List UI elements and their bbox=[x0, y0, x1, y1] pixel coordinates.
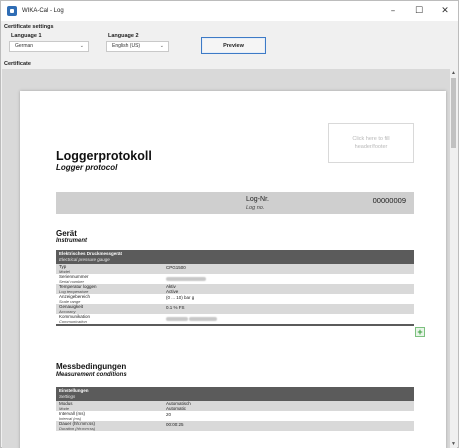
certificate-label: Certificate bbox=[4, 61, 31, 67]
row-value: CPG1500 bbox=[166, 265, 186, 270]
table-row: Typ Model CPG1500 bbox=[56, 264, 414, 274]
language1-select[interactable]: German ⌄ bbox=[9, 41, 89, 52]
scroll-down-icon[interactable]: ▼ bbox=[450, 440, 457, 448]
minimize-button[interactable]: – bbox=[380, 1, 406, 21]
chevron-down-icon: ⌄ bbox=[79, 43, 84, 49]
table-footer bbox=[56, 324, 414, 326]
language1-value: German bbox=[15, 43, 34, 49]
chevron-down-icon: ⌄ bbox=[159, 43, 164, 49]
log-window: WIKA-Cal - Log – ☐ ✕ Certificate setting… bbox=[0, 0, 459, 448]
app-icon bbox=[7, 6, 17, 16]
row-value: 20 bbox=[166, 412, 172, 417]
title-bar: WIKA-Cal - Log – ☐ ✕ bbox=[1, 1, 458, 21]
table-header-en: Settings bbox=[59, 394, 76, 399]
log-number-value: 00000009 bbox=[372, 196, 406, 205]
certificate-preview-area[interactable]: Click here to fill header/footer Loggerp… bbox=[2, 69, 457, 448]
log-number-label: Log-Nr. bbox=[246, 196, 269, 203]
language1-label: Language 1 bbox=[11, 33, 42, 39]
document-subtitle: Logger protocol bbox=[56, 163, 118, 172]
preview-button[interactable]: Preview bbox=[201, 37, 266, 54]
scroll-up-icon[interactable]: ▲ bbox=[450, 69, 457, 77]
instrument-subtitle: Instrument bbox=[56, 238, 88, 244]
table-row: Kommunikation Communication bbox=[56, 314, 414, 324]
instrument-table: Elektrisches Druckmessgerät Electrical p… bbox=[56, 250, 414, 326]
log-number-bar: Log-Nr. Log no. 00000009 bbox=[56, 192, 414, 214]
table-header: Elektrisches Druckmessgerät Electrical p… bbox=[56, 250, 414, 264]
table-row: Modus Mode Automatisch Automatic bbox=[56, 401, 414, 411]
table-row: Temperatur loggen Log temperature Aktiv Ac… bbox=[56, 284, 414, 294]
table-row: Dauer (hh:mm:ss) Duration (hh:mm:ss) 00:0… bbox=[56, 421, 414, 431]
row-value-redacted bbox=[166, 314, 218, 324]
instrument-title: Gerät bbox=[56, 229, 77, 238]
conditions-title: Messbedingungen bbox=[56, 362, 127, 371]
row-value: 0.1 % FS bbox=[166, 305, 185, 310]
language2-value: English (US) bbox=[112, 43, 141, 49]
vertical-scrollbar[interactable]: ▲ ▼ bbox=[450, 69, 457, 448]
conditions-table: Einstellungen Settings Modus Mode Automat… bbox=[56, 387, 414, 431]
close-button[interactable]: ✕ bbox=[432, 1, 458, 21]
language2-label: Language 2 bbox=[108, 33, 139, 39]
table-row: Genauigkeit Accuracy 0.1 % FS bbox=[56, 304, 414, 314]
row-label-en: Duration (hh:mm:ss) bbox=[59, 426, 96, 431]
certificate-settings-panel: Certificate settings Language 1 German ⌄… bbox=[1, 21, 458, 59]
row-value: (0 ... 10) bar g bbox=[166, 295, 195, 300]
row-value-redacted bbox=[166, 274, 206, 284]
table-row: Intervall (ms) Interval (ms) 20 bbox=[56, 411, 414, 421]
document-title: Loggerprotokoll bbox=[56, 149, 152, 163]
conditions-subtitle: Measurement conditions bbox=[56, 372, 127, 378]
add-icon[interactable]: + bbox=[415, 327, 425, 337]
window-controls: – ☐ ✕ bbox=[380, 1, 458, 21]
scroll-thumb[interactable] bbox=[451, 78, 456, 148]
table-header: Einstellungen Settings bbox=[56, 387, 414, 401]
table-row: Anzeigebereich Scale range (0 ... 10) bar… bbox=[56, 294, 414, 304]
table-header-en: Electrical pressure gauge bbox=[59, 257, 110, 262]
table-row: Seriennummer Serial number bbox=[56, 274, 414, 284]
language2-select[interactable]: English (US) ⌄ bbox=[106, 41, 169, 52]
maximize-button[interactable]: ☐ bbox=[406, 1, 432, 21]
certificate-settings-label: Certificate settings bbox=[4, 24, 54, 30]
row-value: 00:00:25 bbox=[166, 422, 184, 427]
window-title: WIKA-Cal - Log bbox=[22, 8, 64, 14]
log-number-label-en: Log no. bbox=[246, 205, 265, 211]
certificate-page: Click here to fill header/footer Loggerp… bbox=[20, 91, 446, 448]
row-label-en: Communication bbox=[59, 319, 87, 324]
header-footer-box[interactable]: Click here to fill header/footer bbox=[328, 123, 414, 163]
